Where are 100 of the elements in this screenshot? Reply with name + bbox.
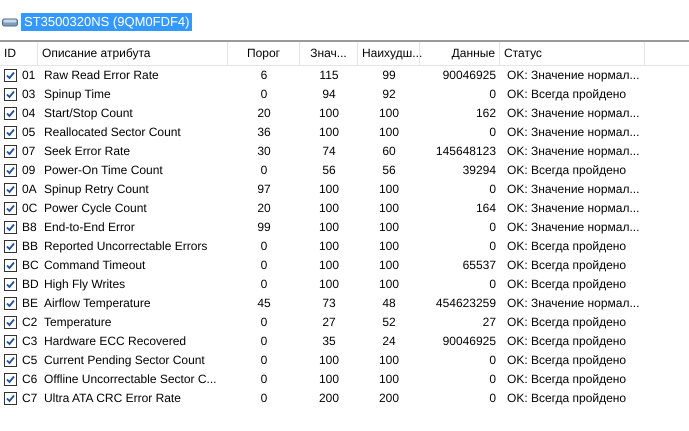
table-cell-text: Reallocated Sector Count	[43, 124, 182, 141]
table-cell-text: OK: Значение нормал...	[506, 67, 640, 84]
table-cell-text: 27	[482, 314, 497, 331]
table-cell-text: OK: Всегда пройдено	[506, 390, 628, 407]
table-cell-text: 100	[318, 200, 340, 217]
table-cell-text: OK: Значение нормал...	[506, 124, 640, 141]
table-cell-text: End-to-End Error	[43, 219, 136, 236]
table-cell-text: 24	[381, 333, 397, 350]
table-cell-text: 0	[488, 371, 497, 388]
table-cell-text: Raw Read Error Rate	[43, 67, 160, 84]
table-cell-text: 0	[488, 390, 497, 407]
table-cell-text: OK: Значение нормал...	[506, 181, 640, 198]
checkbox[interactable]	[4, 278, 17, 291]
table-cell-text: 92	[381, 86, 397, 103]
checkbox[interactable]	[4, 164, 17, 177]
table-cell-text: OK: Значение нормал...	[506, 219, 640, 236]
table-cell-text: Spinup Retry Count	[43, 181, 150, 198]
checkbox[interactable]	[4, 69, 17, 82]
table-cell-text: 09	[22, 162, 36, 179]
table-cell-text: Offline Uncorrectable Sector C...	[43, 371, 218, 388]
table-cell-text: 0C	[22, 200, 38, 217]
table-cell-text: 99	[256, 219, 272, 236]
checkbox[interactable]	[4, 335, 17, 348]
table-cell-text: 0	[260, 371, 268, 388]
table-cell-text: 03	[22, 86, 36, 103]
checkbox[interactable]	[4, 354, 17, 367]
table-cell-text: 200	[318, 390, 340, 407]
table-cell-text: 100	[318, 238, 340, 255]
checkbox[interactable]	[4, 145, 17, 158]
table-cell-text: OK: Значение нормал...	[506, 143, 640, 160]
table-cell-text: 100	[318, 371, 340, 388]
table-cell-text: 100	[318, 124, 340, 141]
table-cell-text: Ultra ATA CRC Error Rate	[43, 390, 182, 407]
table-cell-text: Reported Uncorrectable Errors	[43, 238, 208, 255]
table-cell-text: 48	[381, 295, 397, 312]
checkbox[interactable]	[4, 88, 17, 101]
table-cell-text: 07	[22, 143, 36, 160]
table-cell-text: 60	[381, 143, 397, 160]
table-cell-text: 100	[378, 200, 400, 217]
table-cell-text: 100	[378, 181, 400, 198]
table-cell-text: 0	[260, 333, 268, 350]
checkbox[interactable]	[4, 259, 17, 272]
checkbox[interactable]	[4, 373, 17, 386]
table-cell-text: B8	[22, 219, 37, 236]
table-cell-text: 0	[260, 276, 268, 293]
table-cell-text: C5	[22, 352, 38, 369]
table-cell-text: 0	[488, 352, 497, 369]
table-cell-text: 35	[321, 333, 337, 350]
table-cell-text: 73	[321, 295, 337, 312]
table-cell-text: 0	[260, 86, 268, 103]
table-cell-text: 74	[321, 143, 337, 160]
table-cell-text: OK: Всегда пройдено	[506, 371, 628, 388]
column-header[interactable]: Знач...	[300, 42, 358, 65]
table-cell-text: Airflow Temperature	[43, 295, 152, 312]
table-cell-text: Spinup Time	[43, 86, 112, 103]
table-cell-text: 45	[256, 295, 272, 312]
table-cell-text: 100	[378, 124, 400, 141]
table-cell-text: 36	[256, 124, 272, 141]
table-cell-text: 90046925	[442, 67, 497, 84]
table-cell-text: OK: Всегда пройдено	[506, 238, 628, 255]
table-cell-text: 0	[260, 162, 268, 179]
column-header[interactable]: ID	[0, 42, 38, 65]
checkbox[interactable]	[4, 183, 17, 196]
table-cell-text: 56	[321, 162, 337, 179]
table-cell-text: 01	[22, 67, 36, 84]
table-cell-text: 39294	[462, 162, 497, 179]
table-cell-text: C3	[22, 333, 38, 350]
table-cell-text: 0	[260, 352, 268, 369]
table-cell-text: 100	[378, 276, 400, 293]
checkbox[interactable]	[4, 240, 17, 253]
table-cell-text: 0	[260, 390, 268, 407]
table-cell-text: Command Timeout	[43, 257, 146, 274]
table-cell-text: Start/Stop Count	[43, 105, 134, 122]
table-cell-text: 100	[378, 257, 400, 274]
table-cell-text: OK: Всегда пройдено	[506, 276, 628, 293]
column-header[interactable]: Данные	[420, 42, 500, 65]
checkbox[interactable]	[4, 392, 17, 405]
column-header[interactable]: Статус	[500, 42, 645, 65]
table-cell-text: OK: Значение нормал...	[506, 105, 640, 122]
table-cell-text: 65537	[462, 257, 497, 274]
checkbox[interactable]	[4, 316, 17, 329]
table-cell-text: 454623259	[434, 295, 497, 312]
table-cell-text: 0	[260, 314, 268, 331]
table-cell-text: 100	[318, 352, 340, 369]
checkbox[interactable]	[4, 221, 17, 234]
checkbox[interactable]	[4, 126, 17, 139]
checkbox[interactable]	[4, 107, 17, 120]
table-cell-text: 05	[22, 124, 36, 141]
checkbox[interactable]	[4, 297, 17, 310]
table-cell-text: OK: Всегда пройдено	[506, 162, 628, 179]
table-cell-text: 162	[474, 105, 497, 122]
table-cell-text: OK: Всегда пройдено	[506, 352, 628, 369]
table-cell-text: C2	[22, 314, 38, 331]
column-header[interactable]: Описание атрибута	[38, 42, 228, 65]
table-cell-text: 20	[256, 200, 272, 217]
table-cell-text: 20	[256, 105, 272, 122]
checkbox[interactable]	[4, 202, 17, 215]
column-header[interactable]: Наихудш...	[358, 42, 420, 65]
table-cell-text: 0A	[22, 181, 37, 198]
column-header[interactable]: Порог	[228, 42, 300, 65]
